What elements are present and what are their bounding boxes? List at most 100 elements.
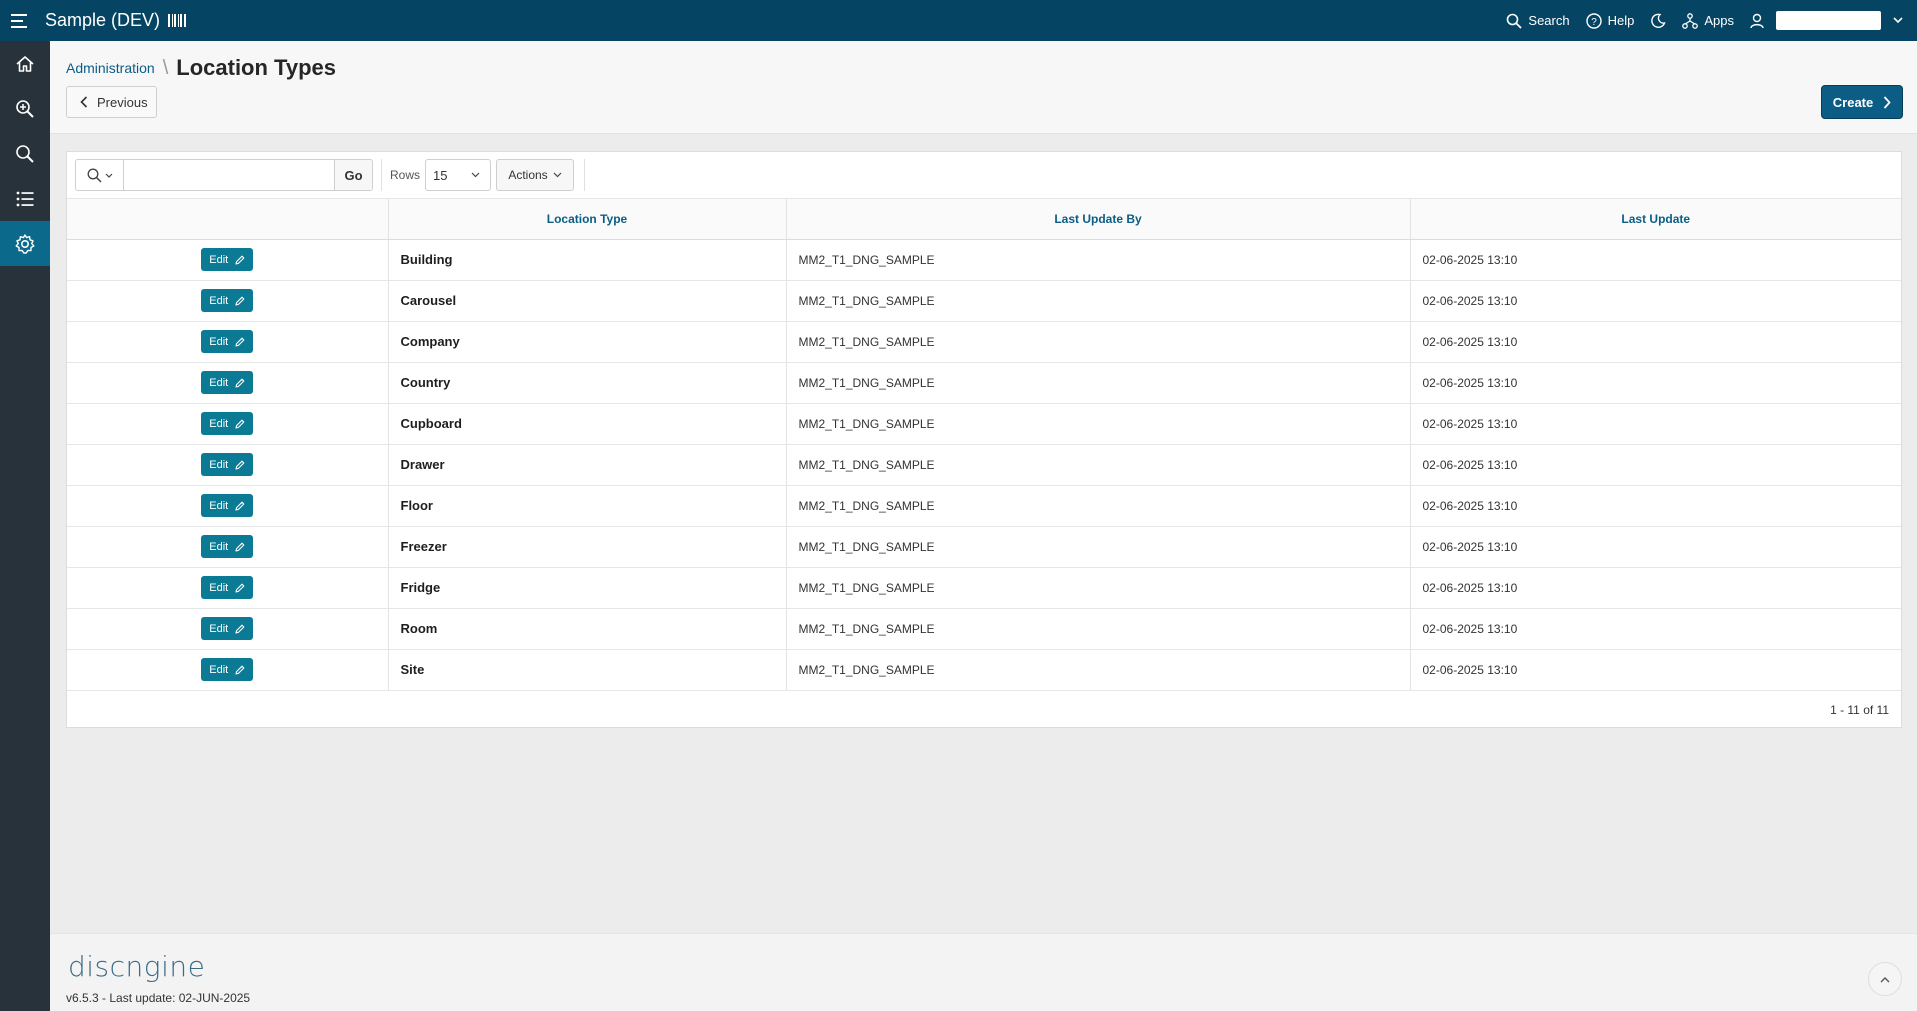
barcode-icon: [168, 14, 186, 27]
search-icon: [87, 168, 102, 183]
last-update-by-cell: MM2_T1_DNG_SAMPLE: [786, 444, 1411, 486]
edit-button[interactable]: Edit: [201, 330, 254, 353]
table-row: Edit Drawer MM2_T1_DNG_SAMPLE 02-06-2025 13…: [67, 444, 1901, 486]
version-text: v6.5.3 - Last update: 02-JUN-2025: [66, 991, 251, 1005]
last-update-cell: 02-06-2025 13:10: [1410, 485, 1901, 527]
page-header-region: Administration \ Location Types Previous…: [50, 41, 1917, 134]
table-row: Edit Fridge MM2_T1_DNG_SAMPLE 02-06-2025 13…: [67, 567, 1901, 609]
edit-cell: Edit: [67, 403, 389, 445]
rows-per-page-select[interactable]: 15: [425, 159, 492, 191]
breadcrumb-administration-link[interactable]: Administration: [66, 60, 155, 76]
nav-apps[interactable]: Apps: [1674, 12, 1742, 29]
column-header-last-update-by[interactable]: Last Update By: [786, 199, 1411, 240]
search-column-selector[interactable]: [76, 160, 124, 190]
edit-button-label: Edit: [209, 663, 229, 676]
sidebar-item-zoom[interactable]: [0, 86, 50, 131]
edit-button[interactable]: Edit: [201, 289, 254, 312]
edit-cell: Edit: [67, 485, 389, 527]
chevron-left-icon: [80, 96, 88, 108]
go-button[interactable]: Go: [334, 160, 372, 190]
pencil-icon: [235, 378, 245, 388]
rows-per-page-value: 15: [433, 167, 448, 183]
create-button[interactable]: Create: [1821, 85, 1903, 119]
edit-button[interactable]: Edit: [201, 535, 254, 558]
sidebar-item-search[interactable]: [0, 131, 50, 176]
table-row: Edit Site MM2_T1_DNG_SAMPLE 02-06-2025 13:1…: [67, 649, 1901, 691]
last-update-by-cell: MM2_T1_DNG_SAMPLE: [786, 239, 1411, 281]
location-type-cell: Room: [388, 608, 787, 650]
chevron-up-icon: [1880, 976, 1890, 982]
nav-search[interactable]: Search: [1498, 13, 1577, 29]
location-type-cell: Fridge: [388, 567, 787, 609]
column-header-last-update[interactable]: Last Update: [1410, 199, 1901, 240]
list-icon: [16, 191, 34, 206]
nav-help-label: Help: [1607, 13, 1635, 28]
toolbar-divider: [584, 159, 586, 191]
actions-label: Actions: [508, 168, 548, 182]
pencil-icon: [235, 296, 245, 306]
app-title-text: Sample (DEV): [45, 10, 161, 30]
actions-menu-button[interactable]: Actions: [496, 159, 575, 191]
location-type-cell: Drawer: [388, 444, 787, 486]
edit-button-label: Edit: [209, 458, 229, 471]
edit-cell: Edit: [67, 239, 389, 281]
pagination-info: 1 - 11 of 11: [1830, 703, 1889, 717]
column-header-edit: [67, 199, 389, 240]
last-update-by-cell: MM2_T1_DNG_SAMPLE: [786, 403, 1411, 445]
edit-button[interactable]: Edit: [201, 617, 254, 640]
edit-button-label: Edit: [209, 499, 229, 512]
edit-button[interactable]: Edit: [201, 658, 254, 681]
column-header-location-type[interactable]: Location Type: [388, 199, 787, 240]
edit-button-label: Edit: [209, 335, 229, 348]
zoom-in-icon: [16, 99, 34, 118]
edit-button[interactable]: Edit: [201, 248, 254, 271]
search-input[interactable]: [124, 160, 334, 190]
edit-cell: Edit: [67, 649, 389, 691]
last-update-cell: 02-06-2025 13:10: [1410, 444, 1901, 486]
edit-button[interactable]: Edit: [201, 576, 254, 599]
dark-mode-toggle[interactable]: [1642, 13, 1674, 29]
edit-button-label: Edit: [209, 581, 229, 594]
breadcrumb-separator: \: [162, 56, 169, 79]
home-icon: [16, 55, 34, 72]
search-group: Go: [75, 159, 373, 191]
edit-cell: Edit: [67, 567, 389, 609]
last-update-by-cell: MM2_T1_DNG_SAMPLE: [786, 567, 1411, 609]
nav-help[interactable]: ? Help: [1578, 12, 1643, 29]
rows-label: Rows: [390, 168, 421, 182]
sidebar-item-home[interactable]: [0, 41, 50, 86]
location-type-cell: Floor: [388, 485, 787, 527]
sidebar-item-administration[interactable]: [0, 221, 50, 266]
menu-toggle-button[interactable]: [0, 0, 40, 41]
app-title[interactable]: Sample (DEV): [45, 10, 186, 31]
table-row: Edit Country MM2_T1_DNG_SAMPLE 02-06-2025 1…: [67, 362, 1901, 404]
svg-text:?: ?: [1591, 17, 1597, 28]
chevron-down-icon: [105, 173, 112, 178]
edit-cell: Edit: [67, 526, 389, 568]
edit-button-label: Edit: [209, 294, 229, 307]
edit-cell: Edit: [67, 608, 389, 650]
previous-button[interactable]: Previous: [66, 86, 157, 118]
create-button-label: Create: [1832, 94, 1874, 110]
table-row: Edit Cupboard MM2_T1_DNG_SAMPLE 02-06-2025 …: [67, 403, 1901, 445]
table-row: Edit Floor MM2_T1_DNG_SAMPLE 02-06-2025 13:…: [67, 485, 1901, 527]
edit-button[interactable]: Edit: [201, 371, 254, 394]
chevron-down-icon: [471, 172, 480, 178]
last-update-cell: 02-06-2025 13:10: [1410, 239, 1901, 281]
last-update-by-cell: MM2_T1_DNG_SAMPLE: [786, 526, 1411, 568]
edit-button[interactable]: Edit: [201, 453, 254, 476]
sidebar-item-list[interactable]: [0, 176, 50, 221]
edit-button[interactable]: Edit: [201, 412, 254, 435]
user-menu[interactable]: [1742, 11, 1903, 30]
gear-icon: [15, 233, 35, 254]
edit-button[interactable]: Edit: [201, 494, 254, 517]
location-type-cell: Building: [388, 239, 787, 281]
edit-cell: Edit: [67, 444, 389, 486]
user-name-field: [1776, 11, 1881, 30]
location-type-cell: Site: [388, 649, 787, 691]
scroll-to-top-button[interactable]: [1868, 962, 1902, 996]
user-icon: [1750, 13, 1764, 28]
page-title: Location Types: [176, 55, 336, 80]
last-update-cell: 02-06-2025 13:10: [1410, 649, 1901, 691]
top-header: Sample (DEV) Search ? Help Apps: [0, 0, 1917, 41]
